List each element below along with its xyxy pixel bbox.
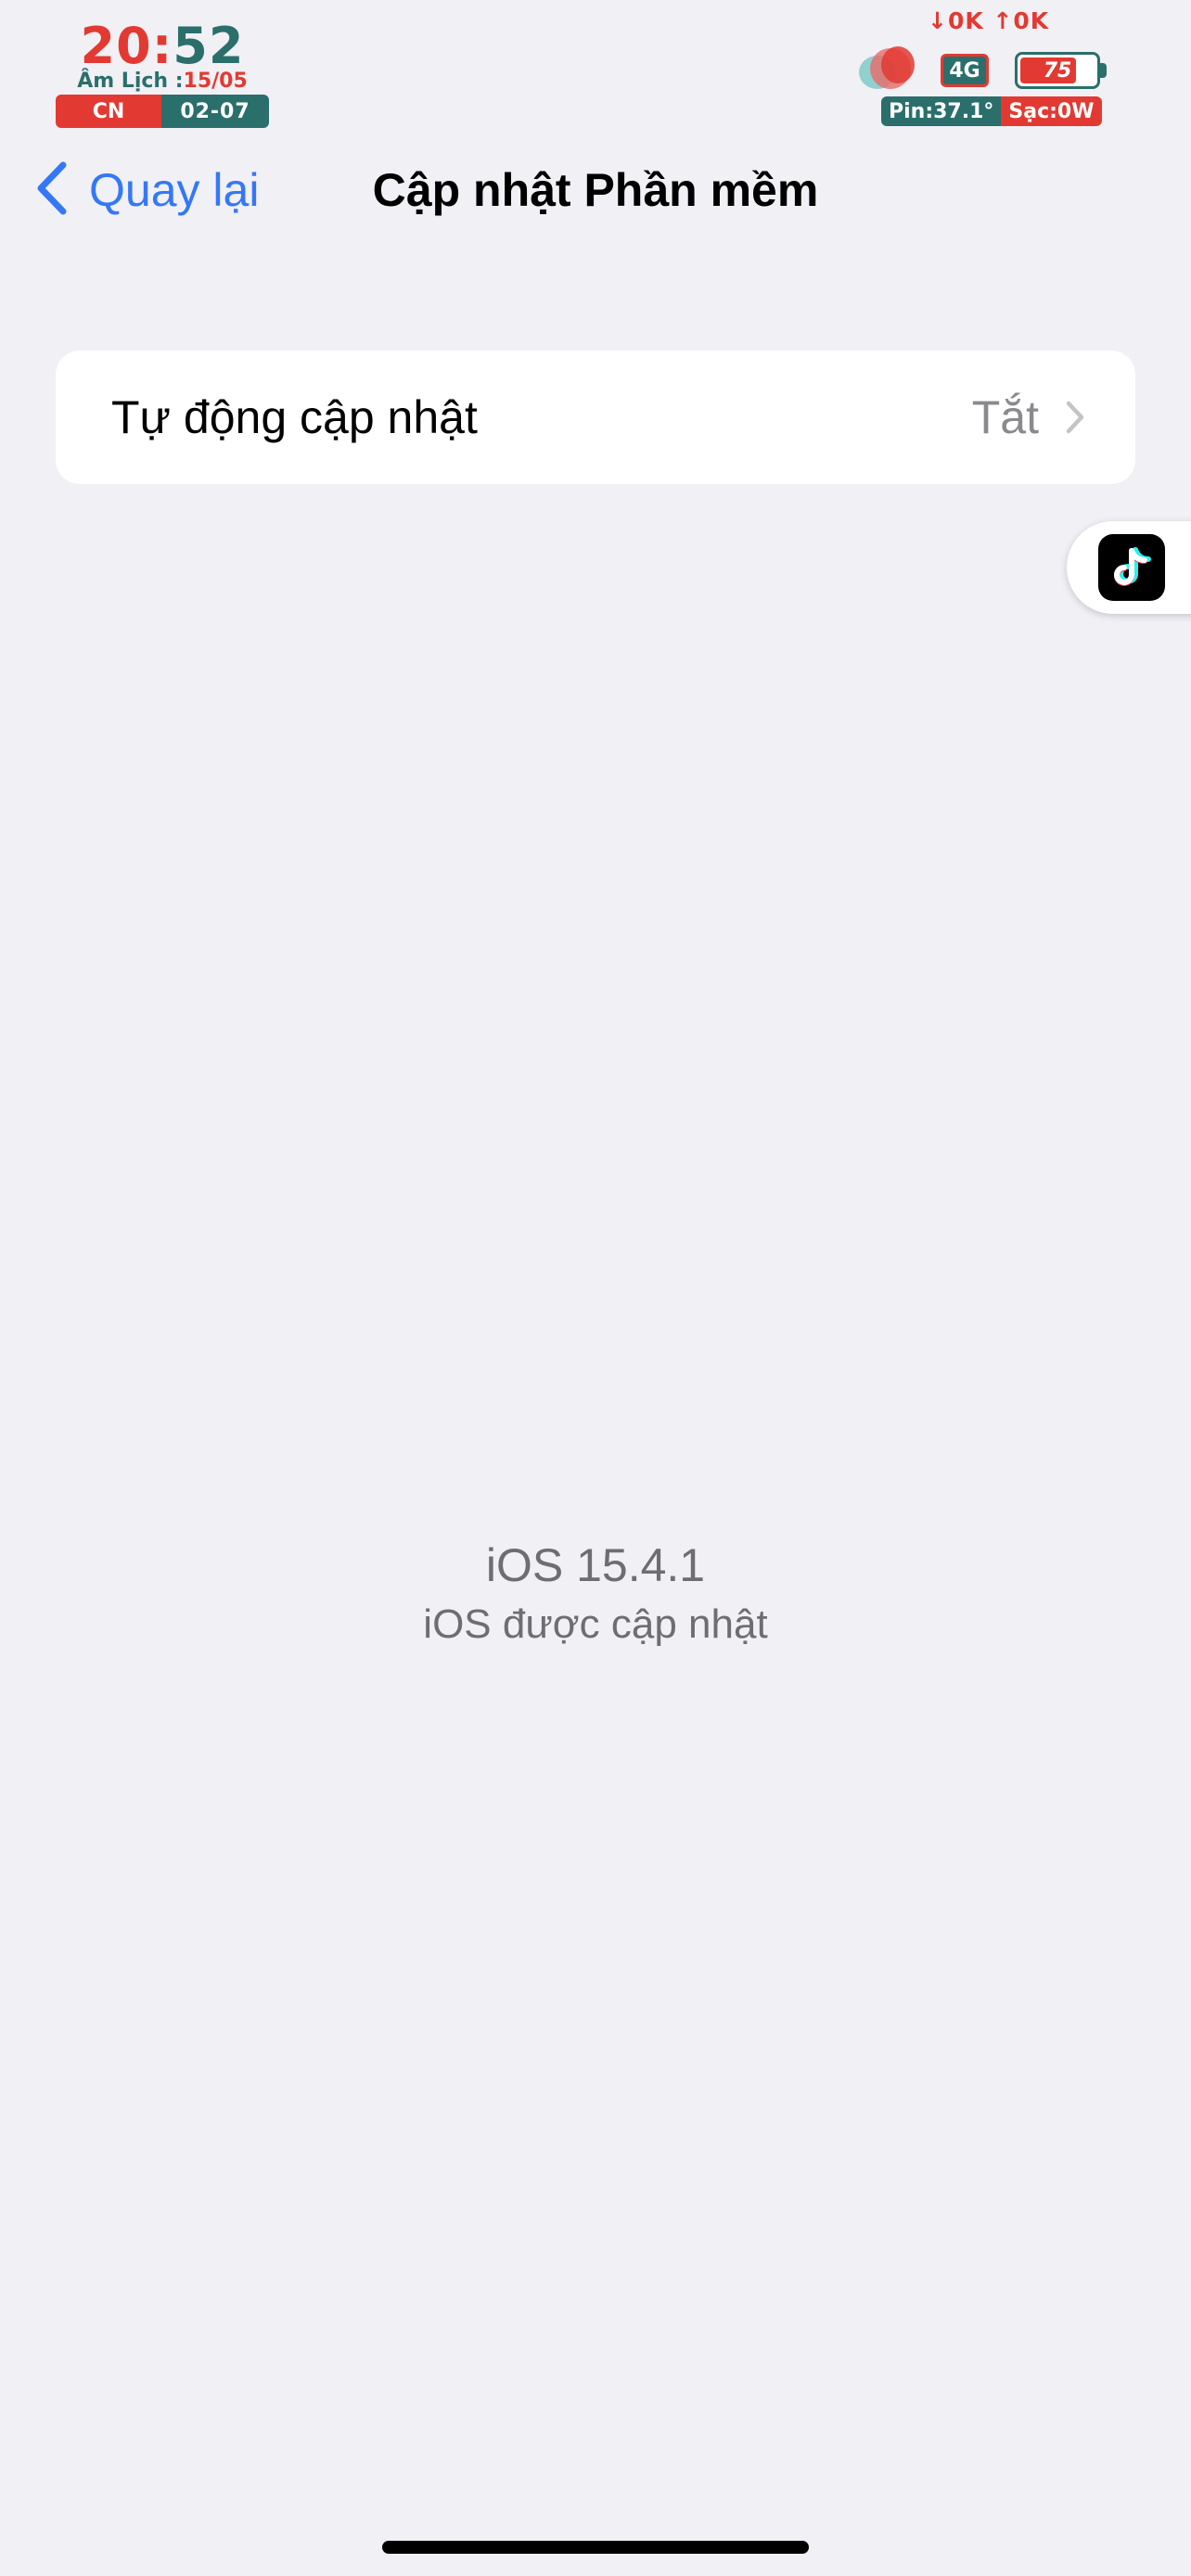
lunar-label: Âm Lịch : bbox=[77, 70, 184, 93]
clock-separator: : bbox=[151, 17, 173, 75]
floating-app-shortcut[interactable] bbox=[1067, 521, 1191, 614]
clock-hour: 20 bbox=[80, 17, 152, 75]
settings-screen: 20:52 Âm Lịch :15/05 CN 02-07 ↓0K ↑0K 4G… bbox=[0, 0, 1191, 2576]
charging-power: Sạc:0W bbox=[1001, 96, 1102, 126]
clock: 20:52 bbox=[56, 20, 269, 72]
day-of-week: CN bbox=[56, 95, 161, 128]
battery-percent: 75 bbox=[1043, 58, 1072, 83]
home-indicator[interactable] bbox=[382, 2541, 809, 2554]
version-info: iOS 15.4.1 iOS được cập nhật bbox=[0, 1532, 1191, 1651]
ios-version: iOS 15.4.1 bbox=[485, 1539, 706, 1591]
settings-group: Tự động cập nhật Tắt bbox=[56, 351, 1135, 484]
date-row: CN 02-07 bbox=[56, 95, 269, 128]
clock-minute: 52 bbox=[173, 17, 245, 75]
battery-icon: 75 bbox=[1015, 52, 1100, 89]
signal-blob-icon bbox=[855, 43, 920, 95]
network-type-badge: 4G bbox=[941, 54, 989, 87]
update-status: iOS được cập nhật bbox=[423, 1601, 768, 1647]
auto-update-label: Tự động cập nhật bbox=[111, 391, 478, 443]
tiktok-icon bbox=[1098, 534, 1165, 601]
lunar-date: Âm Lịch :15/05 bbox=[56, 70, 269, 93]
network-speed: ↓0K ↑0K bbox=[928, 7, 1050, 34]
navigation-bar: Quay lại Cập nhật Phần mềm bbox=[0, 148, 1191, 232]
auto-update-value: Tắt bbox=[971, 391, 1039, 443]
auto-update-row[interactable]: Tự động cập nhật Tắt bbox=[56, 351, 1135, 484]
calendar-date: 02-07 bbox=[161, 95, 269, 128]
chevron-right-icon bbox=[1065, 400, 1085, 435]
battery-temperature: Pin:37.1° bbox=[881, 96, 1002, 126]
battery-stats: Pin:37.1° Sạc:0W bbox=[881, 96, 1102, 126]
clock-widget: 20:52 Âm Lịch :15/05 CN 02-07 bbox=[56, 20, 269, 128]
page-title: Cập nhật Phần mềm bbox=[372, 164, 819, 216]
lunar-value: 15/05 bbox=[183, 70, 248, 93]
battery-tip bbox=[1100, 63, 1107, 78]
